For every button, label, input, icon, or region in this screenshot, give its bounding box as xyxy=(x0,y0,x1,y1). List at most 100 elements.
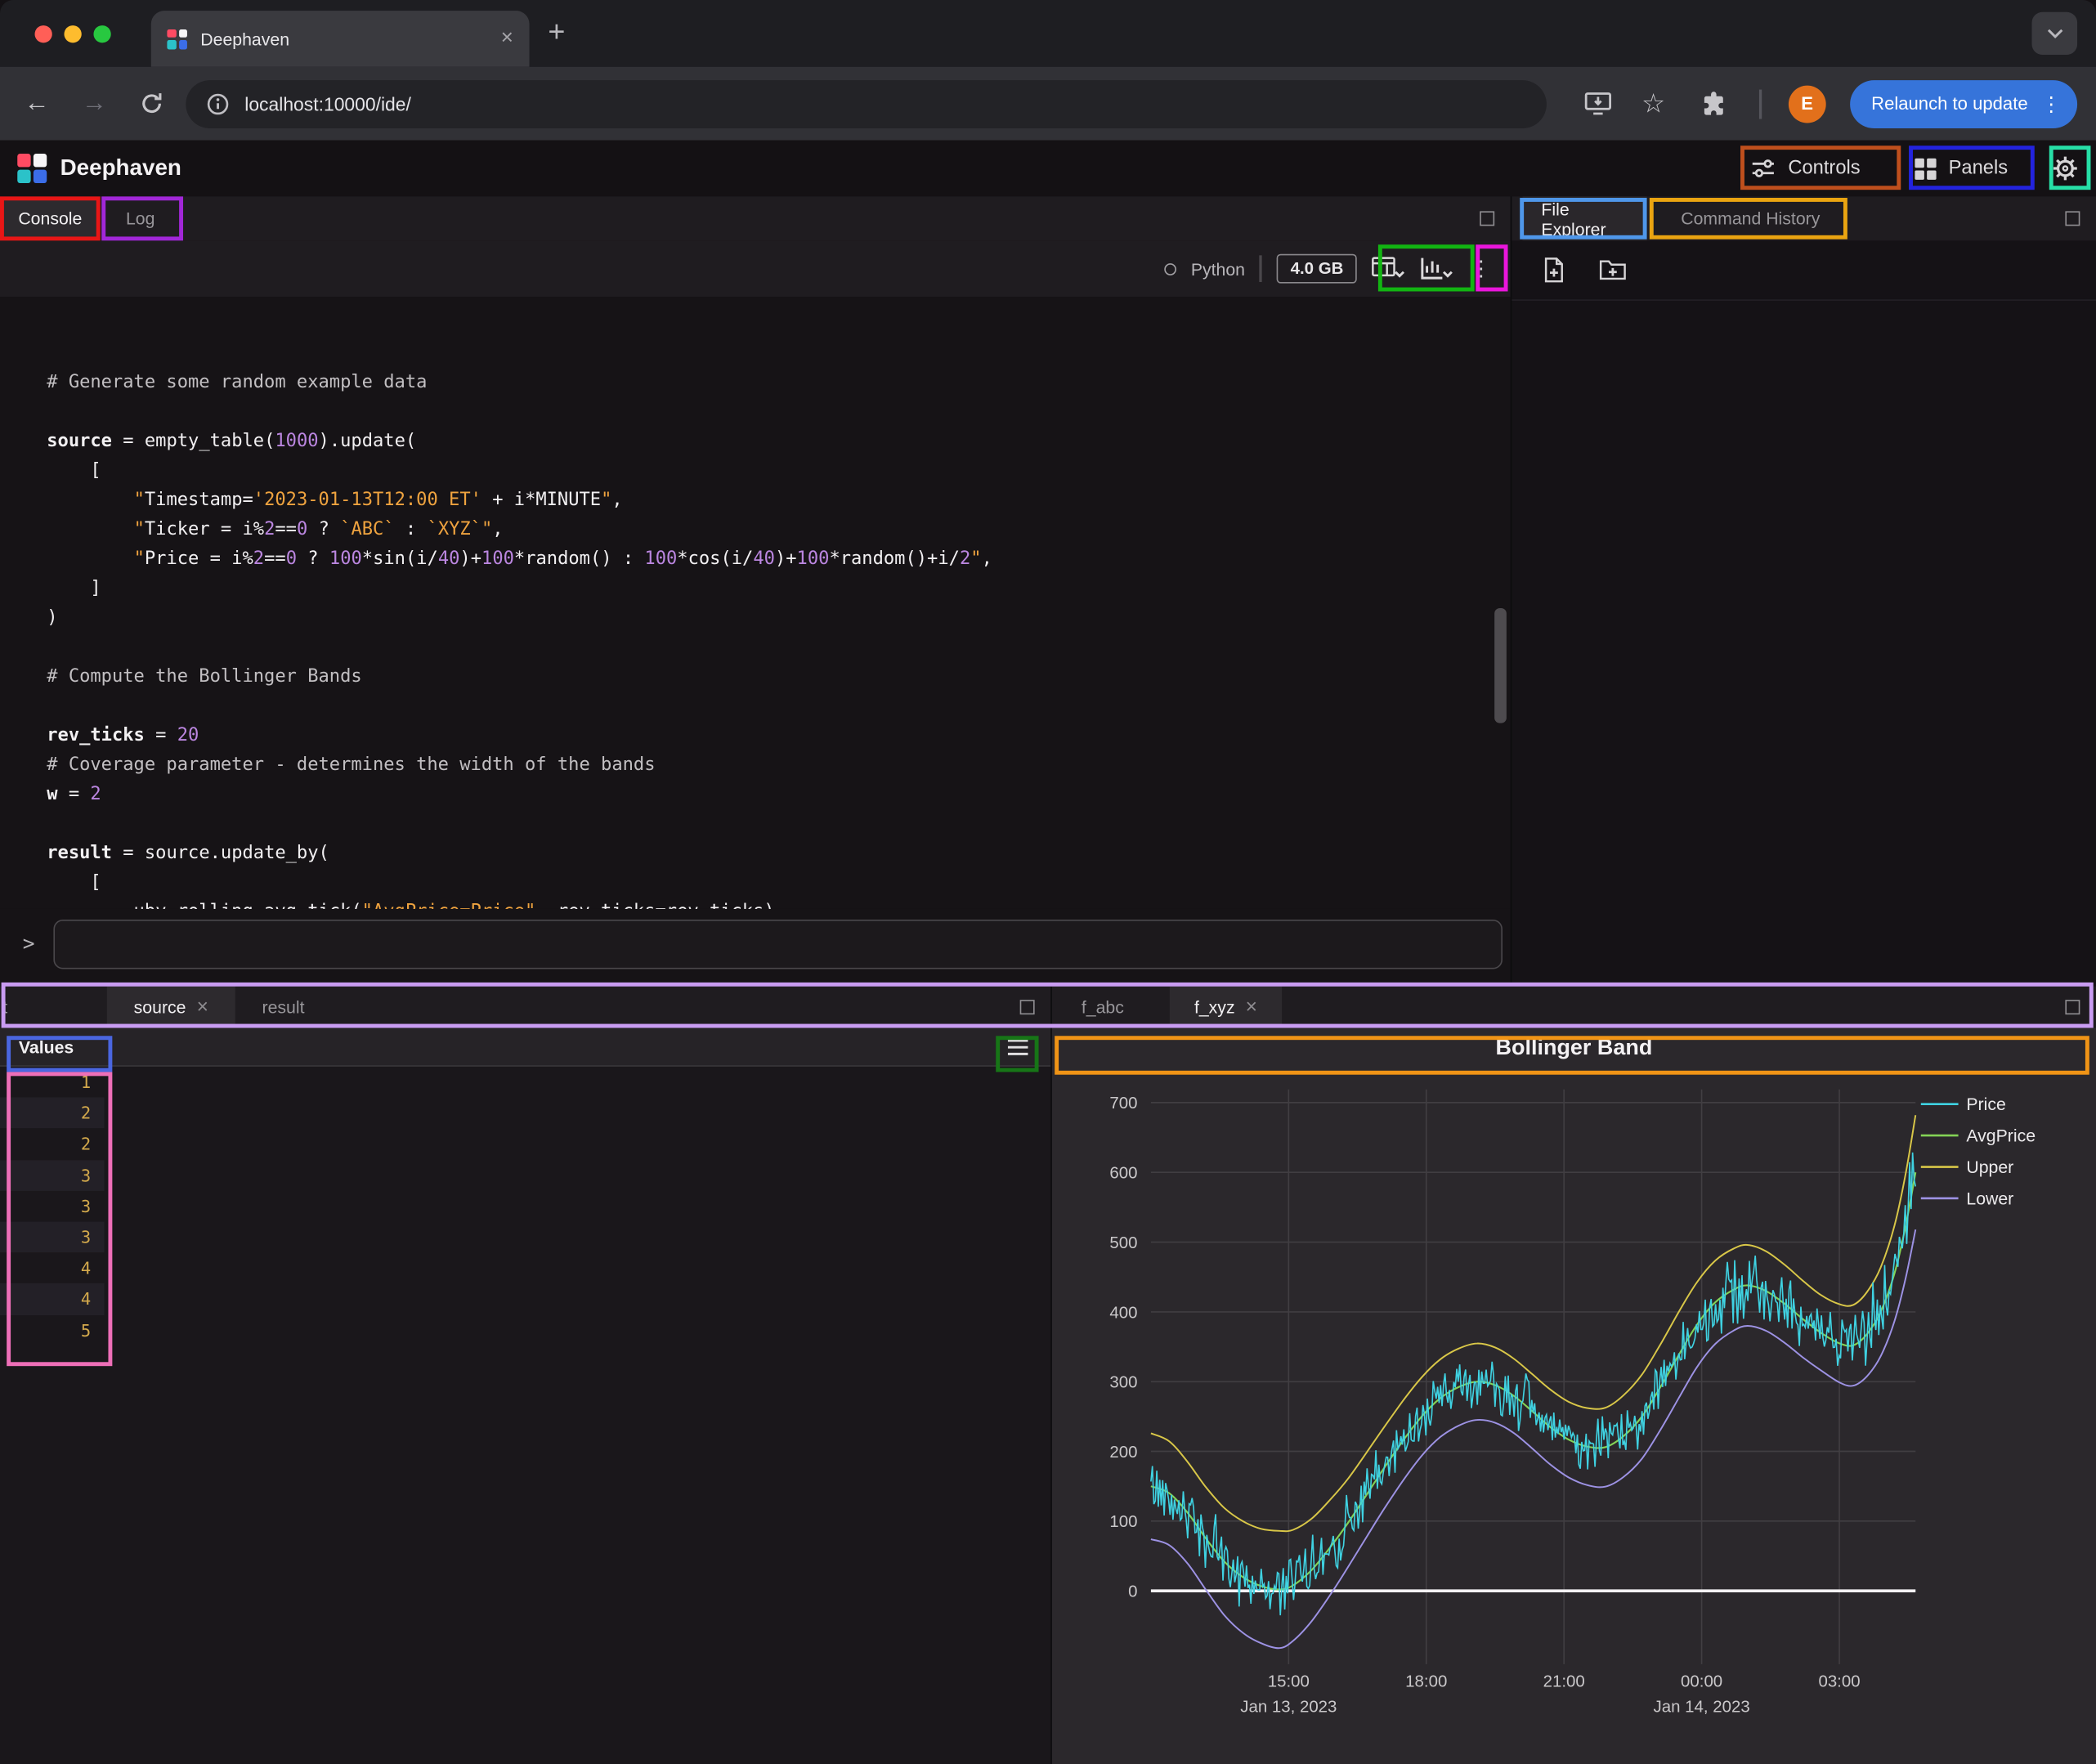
browser-tab-deephaven[interactable]: Deephaven × xyxy=(151,11,530,67)
table-menu-icon[interactable] xyxy=(1006,1038,1029,1055)
table-row[interactable]: 2 xyxy=(0,1129,1050,1160)
screenshot-root: Deephaven × + ← → localhost:10000/ide/ ☆… xyxy=(0,0,2096,1764)
tab-search-button[interactable] xyxy=(2032,12,2078,55)
maximize-panel-icon[interactable] xyxy=(2065,211,2080,226)
code-line: # Generate some random example data xyxy=(47,368,1511,397)
tab-label: source xyxy=(134,997,186,1018)
install-app-button[interactable] xyxy=(1584,91,1612,116)
table-header-row: Values xyxy=(0,1028,1050,1066)
maximize-panel-icon[interactable] xyxy=(2065,1000,2080,1014)
code-line: rev_ticks = 20 xyxy=(47,720,1511,750)
bookmark-star-icon[interactable]: ☆ xyxy=(1641,87,1665,120)
window-minimize-button[interactable] xyxy=(64,25,81,43)
tab-f-xyz[interactable]: f_xyz × xyxy=(1170,987,1282,1028)
install-icon xyxy=(1584,91,1612,116)
new-folder-icon xyxy=(1599,258,1627,282)
maximize-panel-icon[interactable] xyxy=(1480,211,1494,226)
new-tab-button[interactable]: + xyxy=(548,15,565,50)
svg-text:100: 100 xyxy=(1109,1512,1137,1531)
code-line xyxy=(47,397,1511,427)
editor-scrollbar[interactable] xyxy=(1494,608,1507,723)
table-row[interactable]: 2 xyxy=(0,1098,1050,1129)
window-close-button[interactable] xyxy=(35,25,52,43)
table-cell-value[interactable]: 5 xyxy=(0,1314,105,1345)
svg-text:AvgPrice: AvgPrice xyxy=(1966,1126,2036,1145)
puzzle-icon xyxy=(1700,90,1727,117)
table-row[interactable]: 1 xyxy=(0,1067,1050,1098)
table-cell-value[interactable]: 4 xyxy=(0,1283,105,1314)
table-row[interactable]: 3 xyxy=(0,1160,1050,1191)
code-line: [ xyxy=(47,867,1511,897)
panels-button[interactable]: Panels xyxy=(1901,146,2022,190)
table-row[interactable]: 3 xyxy=(0,1221,1050,1252)
table-row[interactable]: 5 xyxy=(0,1314,1050,1345)
toolbar-separator xyxy=(1260,255,1262,282)
table-cell-value[interactable]: 3 xyxy=(0,1191,105,1222)
column-header-values[interactable]: Values xyxy=(0,1036,74,1057)
tab-file-explorer[interactable]: File Explorer xyxy=(1522,196,1646,240)
file-explorer-panel: File Explorer Command History xyxy=(1511,196,2096,986)
back-button[interactable]: ← xyxy=(24,89,49,119)
relaunch-button[interactable]: Relaunch to update ⋮ xyxy=(1850,79,2077,128)
tab-console[interactable]: Console xyxy=(0,196,101,240)
table-cell-value[interactable]: 3 xyxy=(0,1221,105,1252)
settings-button[interactable] xyxy=(2048,155,2083,182)
maximize-panel-icon[interactable] xyxy=(1020,1000,1035,1014)
controls-label: Controls xyxy=(1788,158,1860,179)
console-input[interactable] xyxy=(53,920,1503,969)
new-folder-button[interactable] xyxy=(1599,258,1627,282)
code-editor-content: # Generate some random example data sour… xyxy=(47,368,1511,909)
window-fullscreen-button[interactable] xyxy=(93,25,110,43)
url-text: localhost:10000/ide/ xyxy=(244,93,411,114)
code-line: "Ticker = i%2==0 ? `ABC` : `XYZ`", xyxy=(47,515,1511,544)
browser-menu-icon[interactable]: ⋮ xyxy=(2041,92,2062,115)
forward-button[interactable]: → xyxy=(82,89,107,119)
close-icon[interactable]: × xyxy=(1246,996,1257,1019)
table-row[interactable]: 4 xyxy=(0,1283,1050,1314)
explorer-body[interactable] xyxy=(1512,301,2096,987)
svg-text:500: 500 xyxy=(1109,1233,1137,1252)
address-bar[interactable]: localhost:10000/ide/ xyxy=(186,79,1547,128)
gear-icon xyxy=(2052,155,2079,182)
tab-source[interactable]: source × xyxy=(107,987,235,1028)
hamburger-icon xyxy=(1006,1038,1029,1055)
tab-label: f_xyz xyxy=(1194,997,1235,1018)
svg-text:400: 400 xyxy=(1109,1303,1137,1322)
browser-tab-title: Deephaven xyxy=(200,29,487,49)
table-cell-value[interactable]: 2 xyxy=(0,1098,105,1129)
reload-button[interactable] xyxy=(139,91,164,116)
bollinger-chart[interactable]: 010020030040050060070015:0018:0021:0000:… xyxy=(1052,1068,2096,1764)
console-tab-strip: Console Log xyxy=(0,196,1511,240)
site-info-icon[interactable] xyxy=(206,92,230,115)
table-row[interactable]: 4 xyxy=(0,1252,1050,1283)
profile-avatar[interactable]: E xyxy=(1789,85,1826,123)
table-row[interactable]: 3 xyxy=(0,1191,1050,1222)
browser-toolbar: ← → localhost:10000/ide/ ☆ E Relaunch to… xyxy=(0,67,2096,141)
svg-text:300: 300 xyxy=(1109,1373,1137,1392)
tab-f-abc[interactable]: f_abc xyxy=(1063,987,1143,1028)
table-cell-value[interactable]: 4 xyxy=(0,1252,105,1283)
tab-close-icon[interactable]: × xyxy=(501,28,513,49)
open-chart-panels-button[interactable] xyxy=(1420,255,1453,282)
tab-log[interactable]: Log xyxy=(101,196,181,240)
tab-command-history[interactable]: Command History xyxy=(1652,196,1848,240)
console-overflow-menu-icon[interactable]: ⋮ xyxy=(1467,255,1494,282)
controls-button[interactable]: Controls xyxy=(1737,146,1874,190)
svg-text:00:00: 00:00 xyxy=(1681,1672,1722,1691)
svg-text:0: 0 xyxy=(1128,1583,1137,1601)
svg-text:18:00: 18:00 xyxy=(1405,1672,1447,1691)
code-editor[interactable]: # Generate some random example data sour… xyxy=(0,297,1511,909)
tab-result[interactable]: result xyxy=(244,987,324,1028)
app-title: Deephaven xyxy=(60,155,181,182)
extensions-button[interactable] xyxy=(1700,90,1727,117)
table-cell-value[interactable]: 1 xyxy=(0,1067,105,1098)
new-file-button[interactable] xyxy=(1541,257,1566,284)
tab-partial[interactable]: t xyxy=(2,987,19,1028)
header-actions: Controls Panels xyxy=(1737,146,2096,190)
tab-label: Log xyxy=(126,208,155,229)
table-cell-value[interactable]: 2 xyxy=(0,1129,105,1160)
open-table-panels-button[interactable] xyxy=(1372,255,1405,282)
svg-text:03:00: 03:00 xyxy=(1818,1672,1860,1691)
table-cell-value[interactable]: 3 xyxy=(0,1160,105,1191)
close-icon[interactable]: × xyxy=(197,996,208,1019)
